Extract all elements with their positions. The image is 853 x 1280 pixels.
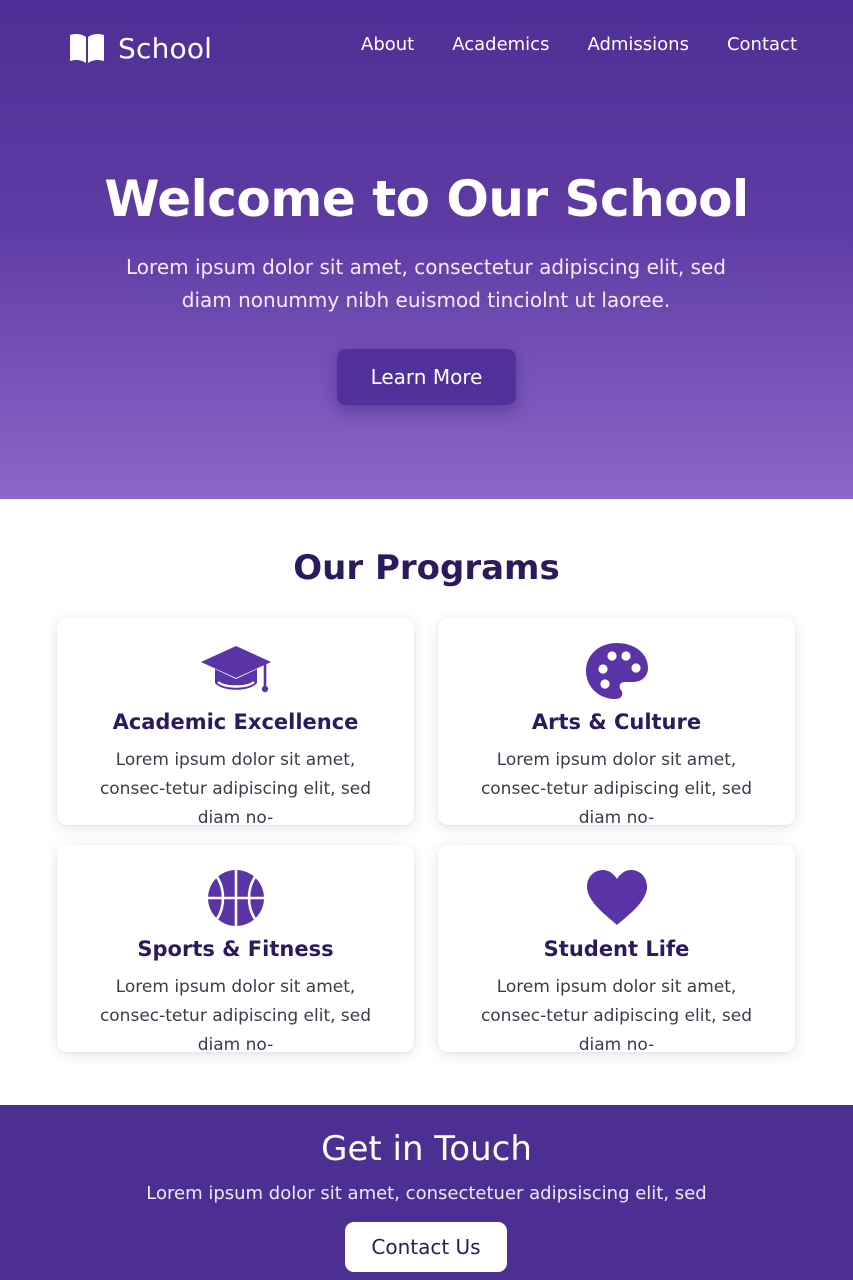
heart-icon	[586, 870, 647, 925]
basketball-icon	[207, 870, 264, 926]
program-card-desc: Lorem ipsum dolor sit amet, consec-tetur…	[480, 977, 753, 1055]
brand-logo[interactable]: School	[68, 30, 212, 66]
program-card-arts[interactable]: Arts & Culture Lorem ipsum dolor sit ame…	[438, 618, 795, 828]
contact-subtitle: Lorem ipsum dolor sit amet, consectetuer…	[146, 1183, 707, 1204]
program-card-title: Academic Excellence	[112, 710, 359, 734]
program-card-student-life[interactable]: Student Life Lorem ipsum dolor sit amet,…	[438, 845, 795, 1055]
learn-more-button[interactable]: Learn More	[337, 349, 516, 405]
program-card-desc: Lorem ipsum dolor sit amet, consec-tetur…	[480, 750, 753, 828]
nav-contact[interactable]: Contact	[727, 34, 797, 55]
program-card-academic[interactable]: Academic Excellence Lorem ipsum dolor si…	[57, 618, 414, 828]
contact-section: Get in Touch Lorem ipsum dolor sit amet,…	[0, 1105, 853, 1280]
main-nav: About Academics Admissions Contact	[361, 34, 797, 55]
program-card-title: Arts & Culture	[531, 710, 702, 734]
program-card-sports[interactable]: Sports & Fitness Lorem ipsum dolor sit a…	[57, 845, 414, 1055]
hero-subtitle: Lorem ipsum dolor sit amet, consectetur …	[126, 255, 726, 312]
program-card-desc: Lorem ipsum dolor sit amet, consec-tetur…	[99, 977, 372, 1055]
hero-title: Welcome to Our School	[104, 170, 749, 228]
open-book-icon	[70, 33, 104, 63]
contact-title: Get in Touch	[321, 1129, 532, 1169]
nav-admissions[interactable]: Admissions	[587, 34, 689, 55]
nav-academics[interactable]: Academics	[452, 34, 549, 55]
programs-title: Our Programs	[293, 548, 560, 588]
nav-about[interactable]: About	[361, 34, 414, 55]
program-card-title: Sports & Fitness	[137, 937, 334, 961]
palette-icon	[585, 643, 648, 699]
hero-section: School About Academics Admissions Contac…	[0, 0, 853, 499]
program-card-desc: Lorem ipsum dolor sit amet, consec-tetur…	[99, 750, 372, 828]
contact-us-button[interactable]: Contact Us	[345, 1222, 507, 1272]
brand-name: School	[118, 31, 213, 65]
program-card-title: Student Life	[543, 937, 690, 961]
page: School About Academics Admissions Contac…	[0, 0, 853, 1280]
graduation-cap-icon	[200, 646, 271, 693]
